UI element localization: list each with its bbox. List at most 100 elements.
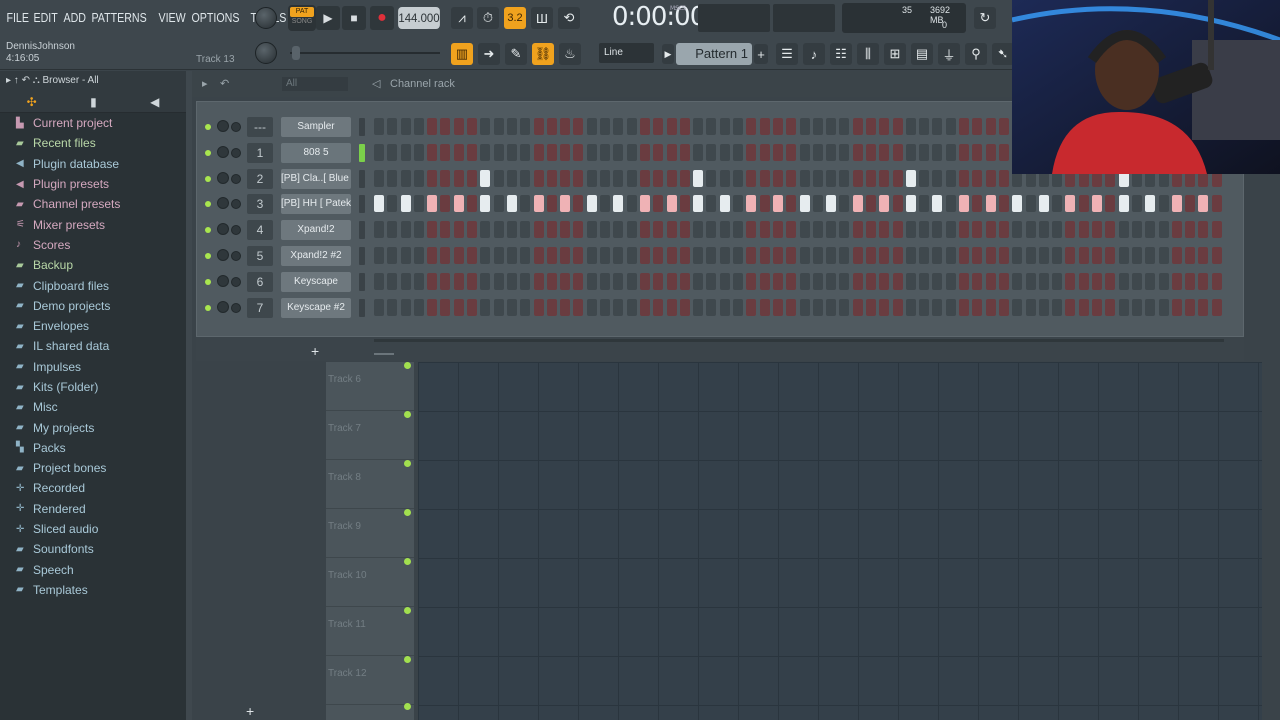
step-button[interactable]: [653, 221, 664, 239]
step-button[interactable]: [759, 298, 770, 316]
step-button[interactable]: [998, 298, 1009, 316]
step-button[interactable]: [626, 169, 637, 187]
step-button[interactable]: [506, 298, 517, 316]
step-button[interactable]: [1078, 247, 1089, 264]
step-button[interactable]: [480, 247, 491, 264]
step-button[interactable]: [546, 118, 557, 135]
step-button[interactable]: [759, 169, 770, 187]
step-button[interactable]: [1012, 247, 1023, 264]
step-button[interactable]: [546, 272, 557, 290]
step-button[interactable]: [1065, 195, 1076, 213]
metronome-button[interactable]: ⩘: [451, 7, 473, 29]
channel-led[interactable]: [205, 227, 211, 234]
channel-volume-knob[interactable]: [217, 249, 229, 261]
step-button[interactable]: [786, 143, 797, 161]
step-button[interactable]: [613, 272, 624, 290]
step-button[interactable]: [919, 298, 930, 316]
step-button[interactable]: [719, 169, 730, 187]
track-mute-led[interactable]: [404, 362, 411, 369]
step-button[interactable]: [919, 169, 930, 187]
step-button[interactable]: [1078, 195, 1089, 213]
step-button[interactable]: [786, 169, 797, 187]
channel-pan-knob[interactable]: [231, 147, 241, 158]
step-button[interactable]: [772, 272, 783, 290]
step-button[interactable]: [560, 195, 571, 213]
track-label[interactable]: Track 10: [328, 570, 367, 581]
step-button[interactable]: [506, 195, 517, 213]
step-button[interactable]: [1012, 272, 1023, 290]
step-button[interactable]: [746, 272, 757, 290]
step-button[interactable]: [932, 221, 943, 239]
step-button[interactable]: [1065, 272, 1076, 290]
step-button[interactable]: [1025, 195, 1036, 213]
step-button[interactable]: [493, 143, 504, 161]
step-button[interactable]: [1025, 272, 1036, 290]
step-button[interactable]: [786, 247, 797, 264]
step-button[interactable]: [653, 169, 664, 187]
step-button[interactable]: [839, 272, 850, 290]
step-button[interactable]: [852, 169, 863, 187]
step-button[interactable]: [573, 118, 584, 135]
step-button[interactable]: [1145, 221, 1156, 239]
step-button[interactable]: [626, 195, 637, 213]
step-button[interactable]: [480, 143, 491, 161]
step-button[interactable]: [879, 298, 890, 316]
step-button[interactable]: [666, 298, 677, 316]
step-button[interactable]: [533, 247, 544, 264]
channel-volume-knob[interactable]: [217, 274, 229, 287]
step-button[interactable]: [560, 169, 571, 187]
step-button[interactable]: [413, 143, 424, 161]
step-button[interactable]: [533, 143, 544, 161]
step-button[interactable]: [427, 118, 438, 135]
step-button[interactable]: [586, 143, 597, 161]
step-button[interactable]: [1145, 272, 1156, 290]
step-button[interactable]: [812, 118, 823, 135]
track-mute-led[interactable]: [404, 656, 411, 663]
step-button[interactable]: [839, 221, 850, 239]
step-button[interactable]: [1158, 298, 1169, 316]
step-button[interactable]: [374, 118, 384, 135]
step-button[interactable]: [932, 143, 943, 161]
step-button[interactable]: [427, 143, 438, 161]
step-button[interactable]: [533, 169, 544, 187]
browser-file-icon[interactable]: ▮: [90, 95, 97, 109]
step-button[interactable]: [1198, 195, 1209, 213]
step-button[interactable]: [932, 272, 943, 290]
browser-speaker-icon[interactable]: ◀: [150, 95, 159, 109]
step-button[interactable]: [1118, 272, 1129, 290]
step-button[interactable]: [626, 272, 637, 290]
step-button[interactable]: [719, 143, 730, 161]
step-button[interactable]: [852, 247, 863, 264]
step-button[interactable]: [733, 247, 744, 264]
step-button[interactable]: [786, 195, 797, 213]
step-button[interactable]: [679, 195, 690, 213]
step-button[interactable]: [400, 247, 411, 264]
undo-history-button[interactable]: ↻: [974, 7, 996, 29]
step-button[interactable]: [772, 195, 783, 213]
step-button[interactable]: [453, 298, 464, 316]
step-button[interactable]: [626, 221, 637, 239]
step-button[interactable]: [799, 298, 810, 316]
track-label[interactable]: Track 8: [328, 472, 361, 483]
step-button[interactable]: [719, 221, 730, 239]
browser-item-recent-files[interactable]: ▰ Recent files: [0, 133, 186, 153]
step-button[interactable]: [959, 221, 970, 239]
step-button[interactable]: [693, 118, 704, 135]
step-button[interactable]: [1185, 221, 1196, 239]
step-button[interactable]: [1211, 195, 1222, 213]
step-button[interactable]: [1025, 247, 1036, 264]
step-button[interactable]: [799, 247, 810, 264]
step-button[interactable]: [653, 195, 664, 213]
step-button[interactable]: [852, 143, 863, 161]
step-button[interactable]: [892, 221, 903, 239]
arrow-tool-button[interactable]: ➜: [478, 43, 500, 65]
channel-mixer-track[interactable]: 2: [247, 168, 273, 189]
channel-name-button[interactable]: [PB] Cla..[ Blue ]: [281, 168, 351, 189]
step-button[interactable]: [1025, 298, 1036, 316]
track-label[interactable]: Track 9: [328, 521, 361, 532]
channel-led[interactable]: [205, 278, 211, 285]
step-button[interactable]: [905, 247, 916, 264]
step-button[interactable]: [852, 272, 863, 290]
step-button[interactable]: [653, 247, 664, 264]
step-button[interactable]: [746, 221, 757, 239]
